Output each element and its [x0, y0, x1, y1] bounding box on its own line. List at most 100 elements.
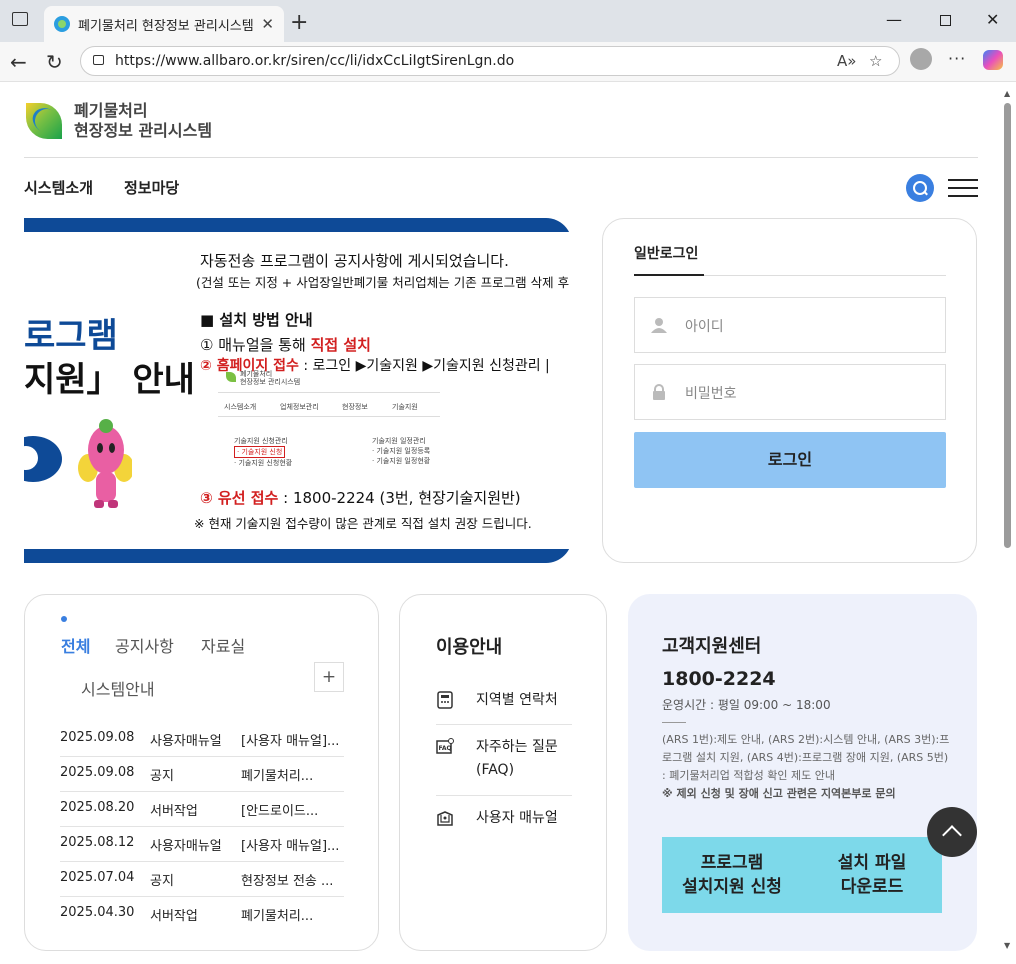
mini-col2-item: · 기술지원 일정현황 — [372, 457, 431, 465]
install-support-request-button[interactable]: 프로그램 설치지원 신청 — [662, 837, 802, 913]
more-menu-icon[interactable]: ··· — [948, 49, 966, 68]
table-row[interactable]: 2025.08.20 서버작업 [안드로이드... — [60, 792, 344, 827]
row-category: 공지 — [150, 874, 174, 889]
row-date: 2025.09.08 — [60, 730, 135, 745]
guide-title: 이용안내 — [436, 637, 503, 658]
refresh-icon[interactable]: ↻ — [46, 50, 63, 74]
row-title: [사용자 매뉴얼]... — [241, 734, 340, 749]
profile-avatar[interactable] — [910, 48, 932, 70]
login-button[interactable]: 로그인 — [634, 432, 946, 488]
phone-icon — [436, 691, 454, 709]
mini-brand-1: 폐기물처리 — [240, 370, 273, 378]
btn1-line1: 프로그램 — [700, 853, 764, 873]
row-category: 서버작업 — [150, 909, 198, 924]
page-scrollbar[interactable]: ▲ ▼ — [1000, 83, 1016, 964]
mini-menu-2: 업체정보관리 — [280, 403, 319, 411]
support-hours: 운영시간 : 평일 09:00 ~ 18:00 — [662, 698, 831, 712]
btn2-line2: 다운로드 — [840, 877, 904, 897]
btn1-line2: 설치지원 신청 — [682, 877, 782, 897]
search-icon[interactable] — [906, 174, 934, 202]
guide-label: 자주하는 질문 (FAQ) — [476, 739, 558, 778]
address-bar[interactable]: https://www.allbaro.or.kr/siren/cc/li/id… — [80, 46, 900, 76]
table-row[interactable]: 2025.09.08 사용자매뉴얼 [사용자 매뉴얼]... — [60, 722, 344, 757]
row-title: 현장정보 전송 ... — [241, 874, 334, 889]
mini-logo-icon — [226, 372, 236, 382]
user-icon — [651, 317, 667, 333]
browser-titlebar: 폐기물처리 현장정보 관리시스템 ✕ + — ✕ — [0, 0, 1016, 42]
row-title: [사용자 매뉴얼]... — [241, 839, 340, 854]
back-icon[interactable]: ← — [10, 50, 27, 74]
id-input[interactable]: 아이디 — [634, 297, 946, 353]
guide-label: 지역별 연락처 — [476, 692, 558, 708]
close-tab-icon[interactable]: ✕ — [261, 15, 274, 33]
browser-toolbar: ← ↻ https://www.allbaro.or.kr/siren/cc/l… — [0, 42, 1016, 82]
minimize-icon[interactable]: — — [886, 10, 902, 29]
close-window-icon[interactable]: ✕ — [986, 10, 999, 29]
table-row[interactable]: 2025.08.12 사용자매뉴얼 [사용자 매뉴얼]... — [60, 827, 344, 862]
mini-menu-4: 기술지원 — [392, 403, 418, 411]
guide-item-manual[interactable]: 사용자 매뉴얼 — [436, 807, 572, 831]
tab-system-guide[interactable]: 시스템안내 — [81, 676, 155, 700]
login-panel: 일반로그인 아이디 비밀번호 로그인 — [602, 218, 977, 563]
mini-col1-item: · 기술지원 신청현황 — [234, 459, 293, 467]
scrollbar-thumb[interactable] — [1004, 103, 1011, 548]
install-file-download-button[interactable]: 설치 파일 다운로드 — [802, 837, 942, 913]
guide-item-faq[interactable]: FAQ 자주하는 질문 (FAQ) — [436, 736, 572, 784]
row-date: 2025.07.04 — [60, 870, 135, 885]
hamburger-menu-icon[interactable] — [948, 179, 978, 197]
password-input[interactable]: 비밀번호 — [634, 364, 946, 420]
banner-line-6: ③ 유선 접수 : 1800-2224 (3번, 현장기술지원반) — [200, 487, 521, 508]
tab-library[interactable]: 자료실 — [201, 633, 245, 657]
browser-tab[interactable]: 폐기물처리 현장정보 관리시스템 ✕ — [44, 6, 284, 42]
table-row[interactable]: 2025.07.04 공지 현장정보 전송 ... — [60, 862, 344, 897]
support-phone: 1800-2224 — [662, 668, 776, 690]
tab-general-login[interactable]: 일반로그인 — [634, 243, 698, 263]
site-logo-icon[interactable] — [26, 99, 66, 139]
banner-line-3: ■ 설치 방법 안내 — [200, 311, 313, 329]
menu-system-intro[interactable]: 시스템소개 — [24, 177, 93, 198]
guide-card: 이용안내 지역별 연락처 FAQ 자주하는 질문 (FAQ) 사용자 매뉴얼 — [399, 594, 607, 951]
banner-bottom-border — [24, 549, 572, 563]
mini-col2-item: · 기술지원 일정등록 — [372, 447, 431, 455]
row-title: [안드로이드... — [241, 804, 319, 819]
more-plus-button[interactable]: + — [314, 662, 344, 692]
lock-icon — [651, 384, 667, 400]
maximize-icon[interactable] — [940, 15, 951, 26]
read-aloud-icon[interactable]: A» — [837, 52, 856, 70]
active-dot — [61, 616, 67, 622]
support-ars-info: (ARS 1번):제도 안내, (ARS 2번):시스템 안내, (ARS 3번… — [662, 733, 950, 782]
scroll-down-icon[interactable]: ▼ — [1004, 941, 1010, 950]
menu-info[interactable]: 정보마당 — [124, 177, 179, 198]
edge-favicon-icon — [54, 16, 70, 32]
notice-banner[interactable]: 로그램 지원」 안내 자동전송 프로그램이 공지사항에 게시되었습니다. (건설… — [24, 218, 572, 563]
scroll-up-icon[interactable]: ▲ — [1004, 89, 1010, 98]
support-center: 고객지원센터 1800-2224 운영시간 : 평일 09:00 ~ 18:00… — [628, 594, 977, 951]
row-category: 사용자매뉴얼 — [150, 839, 222, 854]
table-row[interactable]: 2025.04.30 서버작업 폐기물처리... — [60, 897, 344, 932]
support-info: (ARS 1번):제도 안내, (ARS 2번):시스템 안내, (ARS 3번… — [662, 731, 952, 803]
site-brand[interactable]: 폐기물처리 현장정보 관리시스템 — [74, 101, 212, 141]
support-title: 고객지원센터 — [662, 636, 762, 657]
table-row[interactable]: 2025.09.08 공지 폐기물처리... — [60, 757, 344, 792]
banner-line-6b: : 1800-2224 (3번, 현장기술지원반) — [278, 489, 521, 507]
copilot-icon[interactable] — [983, 50, 1003, 70]
guide-divider — [436, 724, 572, 725]
tab-actions-icon[interactable] — [12, 12, 28, 26]
mini-col1-item: 기술지원 신청관리 — [234, 437, 288, 445]
scroll-to-top-button[interactable] — [927, 807, 977, 857]
guide-item-contacts[interactable]: 지역별 연락처 — [436, 689, 572, 713]
tab-notice[interactable]: 공지사항 — [115, 633, 174, 657]
tab-all[interactable]: 전체 — [61, 633, 90, 657]
mini-divider-2 — [218, 416, 440, 417]
guide-divider — [436, 795, 572, 796]
page: 폐기물처리 현장정보 관리시스템 시스템소개 정보마당 로그램 지원」 안내 자… — [0, 83, 1000, 964]
mini-col-1: 기술지원 신청관리 · 기술지원 신청 · 기술지원 신청현황 — [234, 436, 292, 468]
banner-arrow-icon — [24, 436, 62, 482]
notice-card: 전체 공지사항 자료실 시스템안내 + 2025.09.08 사용자매뉴얼 [사용자… — [24, 594, 379, 951]
tab-title: 폐기물처리 현장정보 관리시스템 — [78, 18, 254, 34]
login-tab-active-bar — [634, 274, 704, 276]
favorite-star-icon[interactable]: ☆ — [869, 52, 882, 70]
faq-icon: FAQ — [436, 738, 454, 756]
new-tab-icon[interactable]: + — [290, 10, 308, 35]
row-date: 2025.04.30 — [60, 905, 135, 920]
